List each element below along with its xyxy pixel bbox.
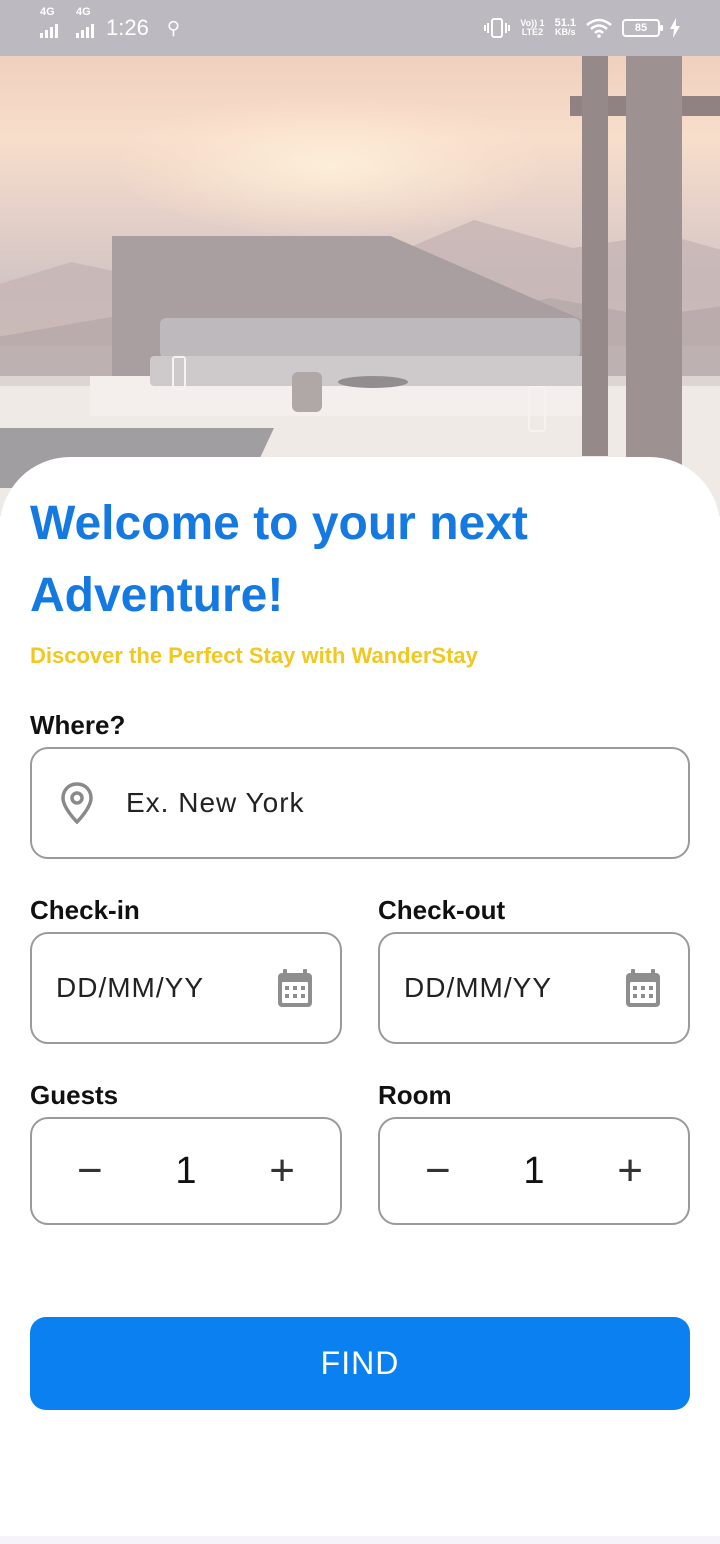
room-plus-button[interactable]: + [600,1149,660,1193]
usb-icon: ⚲ [166,17,181,38]
hero-overlay [0,56,720,516]
signal-bars-2-icon [76,24,94,38]
status-left: 4G 4G 1:26 ⚲ [40,6,181,41]
calendar-icon[interactable] [624,967,662,1009]
guests-stepper: − 1 + [30,1117,342,1225]
bottom-nav-strip [0,1536,720,1544]
checkin-input[interactable]: DD/MM/YY [30,932,342,1044]
where-placeholder: Ex. New York [126,787,305,818]
network-type-2: 4G [76,6,91,18]
location-pin-icon [61,782,93,824]
find-button[interactable]: FIND [30,1317,690,1410]
checkout-placeholder: DD/MM/YY [404,972,552,1003]
guests-count: 1 [175,1149,197,1192]
room-minus-button[interactable]: − [408,1149,468,1193]
room-label: Room [378,1080,452,1110]
signal-bars-1-icon [40,24,58,38]
guests-minus-button[interactable]: − [60,1149,120,1193]
checkin-placeholder: DD/MM/YY [56,972,204,1003]
checkin-label: Check-in [30,895,140,925]
volte-indicator: Vo)) 1 LTE2 [520,19,544,37]
network-type-1: 4G [40,6,55,18]
where-input[interactable]: Ex. New York [30,747,690,859]
guests-label: Guests [30,1080,119,1110]
checkout-input[interactable]: DD/MM/YY [378,932,690,1044]
wifi-icon [586,18,612,38]
status-right: Vo)) 1 LTE2 51.1 KB/s 85 [484,17,680,39]
guests-plus-button[interactable]: + [252,1149,312,1193]
calendar-icon[interactable] [276,967,314,1009]
page-subtitle: Discover the Perfect Stay with WanderSta… [30,643,478,668]
signal-1: 4G [40,6,58,38]
page-title: Welcome to your next Adventure! [30,497,528,622]
where-label: Where? [30,710,126,740]
battery-icon: 85 [622,19,663,37]
net-speed: 51.1 KB/s [555,18,576,37]
signal-2: 4G [76,6,94,38]
checkout-label: Check-out [378,895,506,925]
vibrate-icon [484,18,511,38]
clock: 1:26 [106,15,149,40]
hero-image [0,56,720,516]
room-count: 1 [523,1149,545,1192]
charging-icon [670,18,680,38]
volte-line-2: LTE2 [521,27,544,37]
net-speed-unit: KB/s [555,27,576,37]
status-bar: 4G 4G 1:26 ⚲ Vo)) 1 LTE2 51.1 KB/s 85 [0,0,720,56]
room-stepper: − 1 + [378,1117,690,1225]
